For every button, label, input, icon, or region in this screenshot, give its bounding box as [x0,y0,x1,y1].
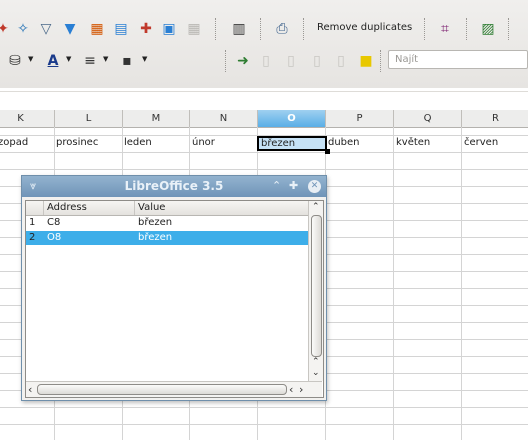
chevron-down-icon[interactable]: ▼ [142,55,147,63]
table-icon[interactable]: ▤ [112,20,130,38]
cell-l8[interactable]: prosinec [56,137,98,148]
address-column-header[interactable]: Address [44,201,135,215]
address-value: C8 [47,217,61,228]
column-header-o[interactable]: O [258,110,326,127]
blank-doc-icon: ▯ [337,53,345,69]
scroll-up-icon[interactable]: ⌃ [312,202,320,212]
font-color-icon[interactable]: A [44,52,62,70]
cell-p8[interactable]: duben [328,137,360,148]
row-number: 2 [29,232,36,243]
dialog-title-bar[interactable]: ⩔ LibreOffice 3.5 ⌃ ✚ ✕ [22,176,326,197]
barcode-icon[interactable]: ▥ [230,20,248,38]
crop-icon[interactable]: ⌗ [436,20,454,38]
column-header-r[interactable]: R [462,110,528,127]
remove-duplicates-button[interactable]: Remove duplicates [317,22,412,33]
printer-user-icon[interactable]: ⎙ [273,20,291,38]
pivot-icon[interactable]: ▦ [88,20,106,38]
scroll-left-icon[interactable]: ‹ [289,383,293,396]
address-value: O8 [47,232,62,243]
line-style-icon[interactable]: ≡ [81,52,99,70]
column-header-k[interactable]: K [0,110,55,127]
column-headers: K L M N O P Q R [0,110,528,128]
column-header-q[interactable]: Q [394,110,462,127]
fix-icon[interactable]: ✚ [137,20,155,38]
grid-icon: ▦ [187,21,201,37]
scroll-up-icon[interactable]: ⌃ [312,357,320,367]
close-icon[interactable]: ✕ [308,180,321,193]
scroll-down-icon[interactable]: ⌄ [312,368,320,378]
find-input[interactable]: Najít [388,50,528,69]
blank-doc-icon: ▯ [313,53,321,69]
column-header-p[interactable]: P [326,110,394,127]
row-number-header [26,201,44,215]
toolbar: ✦ ✧ ▽ ▼ ▦ ▤ ✚ ▣ ▦ ▥ ⎙ Remove duplicates … [0,0,528,89]
minimize-icon[interactable]: ⌃ [272,179,281,192]
value-column-header[interactable]: Value [135,201,308,215]
horizontal-scroll-thumb[interactable] [37,384,287,395]
toolbar-row-1: ✦ ✧ ▽ ▼ ▦ ▤ ✚ ▣ ▦ ▥ ⎙ Remove duplicates … [0,14,528,44]
chevron-down-icon[interactable]: ▼ [103,55,108,63]
cell-r8[interactable]: červen [464,137,498,148]
form-icon[interactable]: ▨ [479,20,497,38]
export-icon[interactable]: ➜ [234,52,252,70]
wand-icon[interactable]: ✦ [0,20,12,38]
list-item-selected[interactable]: 2 O8 březen [26,231,308,245]
cell-value: březen [138,217,173,228]
horizontal-scrollbar[interactable]: ‹ ‹ › [26,381,322,397]
list-header: Address Value [26,201,308,216]
chevron-down-icon[interactable]: ▼ [28,55,33,63]
column-header-l[interactable]: L [55,110,123,127]
autofilter-icon[interactable]: ▼ [61,20,79,38]
scroll-right-icon[interactable]: › [299,383,303,396]
cell-o8-selected[interactable]: březen [257,136,327,151]
maximize-icon[interactable]: ✚ [289,179,298,192]
scroll-left-icon[interactable]: ‹ [28,383,32,396]
formula-bar [0,88,528,111]
cell-value: březen [138,232,173,243]
list-item[interactable]: 1 C8 březen [26,216,308,230]
border-icon[interactable]: ▪ [118,52,136,70]
toolbar-row-2: ⛁ ▼ A ▼ ≡ ▼ ▪ ▼ ➜ ▯ ▯ ▯ ▯ ■ Najít [0,46,528,76]
blank-doc-icon: ▯ [287,53,295,69]
blank-doc-icon: ▯ [262,53,270,69]
fill-handle[interactable] [325,149,330,154]
note-icon[interactable]: ■ [357,52,375,70]
row-number: 1 [29,217,36,228]
vertical-scrollbar[interactable]: ⌃ ⌃ ⌄ [308,201,323,381]
cell-n8[interactable]: únor [192,137,215,148]
window-icon[interactable]: ▣ [160,20,178,38]
chevron-down-icon[interactable]: ▼ [66,55,71,63]
duplicates-dialog: ⩔ LibreOffice 3.5 ⌃ ✚ ✕ Address Value 1 … [21,175,327,401]
column-header-m[interactable]: M [123,110,190,127]
duplicates-list[interactable]: Address Value 1 C8 březen 2 O8 březen ⌃ … [25,200,324,398]
magic-icon[interactable]: ✧ [14,20,32,38]
filter-icon[interactable]: ▽ [37,20,55,38]
column-header-n[interactable]: N [190,110,258,127]
cell-q8[interactable]: květen [396,137,430,148]
vertical-scroll-thumb[interactable] [311,215,322,357]
cell-k8[interactable]: zopad [0,137,28,148]
cell-m8[interactable]: leden [124,137,152,148]
paint-bucket-icon[interactable]: ⛁ [6,52,24,70]
